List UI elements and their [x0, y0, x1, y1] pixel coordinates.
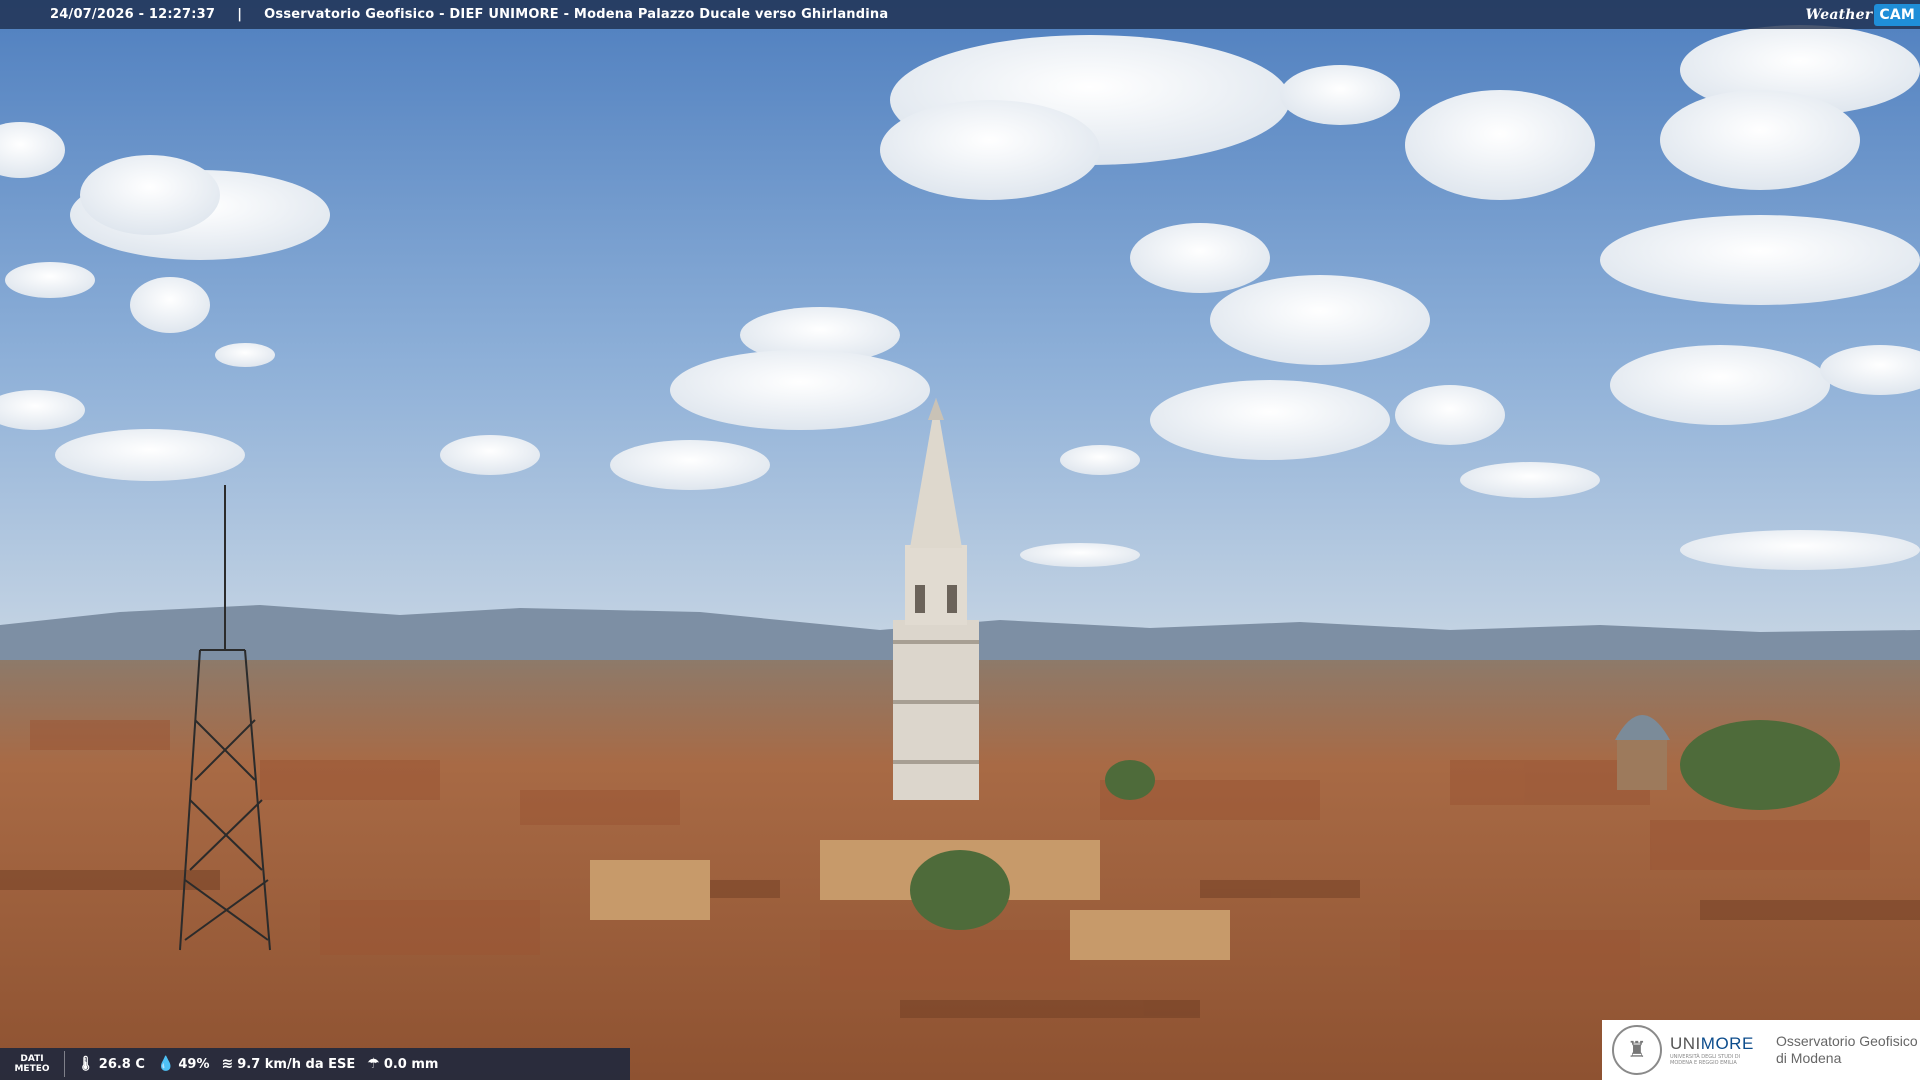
camera-title: Osservatorio Geofisico - DIEF UNIMORE - …	[264, 7, 889, 22]
weathercam-logo: Weather CAM	[1805, 0, 1920, 29]
logo-cam: CAM	[1874, 3, 1920, 26]
top-info-bar: 24/07/2026 - 12:27:37 | Osservatorio Geo…	[0, 0, 1920, 29]
weather-data-bar: DATI METEO 🌡 26.8 C 💧 49% ≋ 9.7 km/h da …	[0, 1048, 630, 1080]
unimore-logo-panel: ♜ UNIMORE UNIVERSITÀ DEGLI STUDI DI MODE…	[1602, 1020, 1920, 1080]
separator: |	[237, 7, 243, 22]
unimore-subtitle: UNIVERSITÀ DEGLI STUDI DI MODENA E REGGI…	[1670, 1054, 1741, 1066]
temperature-value: 26.8 C	[98, 1056, 145, 1072]
university-seal-icon: ♜	[1612, 1025, 1662, 1075]
humidity-item: 💧 49%	[157, 1056, 210, 1072]
observatory-line1: Osservatorio Geofisico	[1776, 1033, 1918, 1049]
rain-item: ☂ 0.0 mm	[367, 1056, 438, 1072]
timestamp: 24/07/2026 - 12:27:37	[50, 7, 216, 22]
wind-item: ≋ 9.7 km/h da ESE	[222, 1056, 356, 1072]
logo-weather: Weather	[1805, 6, 1873, 23]
humidity-value: 49%	[178, 1056, 210, 1072]
humidity-drop-icon: 💧	[156, 1056, 175, 1072]
thermometer-icon: 🌡	[77, 1056, 95, 1072]
observatory-name: Osservatorio Geofisico di Modena	[1776, 1033, 1918, 1067]
wind-icon: ≋	[221, 1056, 234, 1072]
rain-icon: ☂	[367, 1056, 380, 1072]
meteo-label: DATI METEO	[0, 1051, 65, 1077]
wind-value: 9.7 km/h da ESE	[237, 1056, 356, 1072]
temperature-item: 🌡 26.8 C	[77, 1056, 145, 1072]
unimore-name: UNIMORE	[1670, 1034, 1760, 1054]
meteo-label-line2: METEO	[14, 1064, 50, 1074]
unimore-uni: UNI	[1670, 1034, 1701, 1053]
rain-value: 0.0 mm	[383, 1056, 439, 1072]
unimore-more: MORE	[1700, 1034, 1754, 1053]
webcam-scene	[0, 0, 1920, 1080]
unimore-brand: UNIMORE UNIVERSITÀ DEGLI STUDI DI MODENA…	[1670, 1034, 1760, 1066]
observatory-line2: di Modena	[1776, 1050, 1842, 1066]
meteo-label-line1: DATI	[20, 1054, 44, 1064]
